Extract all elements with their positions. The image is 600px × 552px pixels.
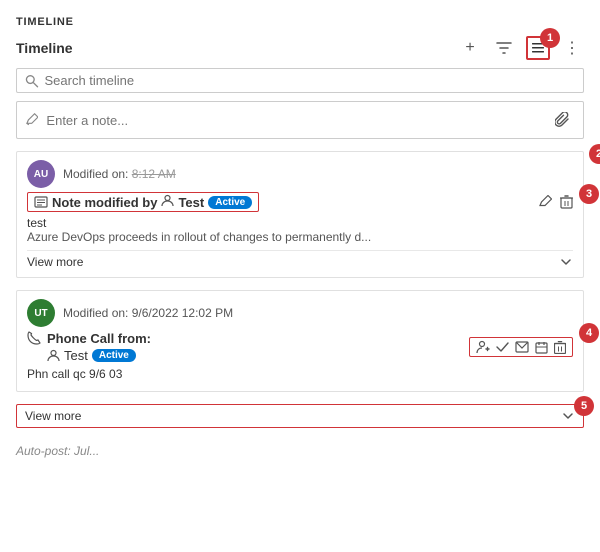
avatar-ut: UT xyxy=(27,299,55,327)
note-input-inner xyxy=(25,113,543,128)
item-header-phone: UT Modified on: 9/6/2022 12:02 PM xyxy=(27,299,573,327)
content-line-1: test xyxy=(27,216,573,230)
phone-call-info: Phone Call from: Test Active xyxy=(27,331,469,363)
phone-user-name: Test xyxy=(64,348,88,363)
user-person-icon xyxy=(161,194,174,210)
chevron-down-icon-1 xyxy=(559,255,573,269)
phone-content: Phn call qc 9/6 03 xyxy=(27,367,573,381)
note-modified-text: Note modified by xyxy=(52,195,157,210)
view-more-boxed[interactable]: View more xyxy=(16,404,584,428)
add-button[interactable]: + xyxy=(458,36,482,60)
note-modified-label: Note modified by Test Active xyxy=(27,192,259,212)
view-more-phone: View more xyxy=(25,409,81,423)
content-preview-1: Azure DevOps proceeds in rollout of chan… xyxy=(27,230,573,244)
item-content-1: test Azure DevOps proceeds in rollout of… xyxy=(27,216,573,244)
more-options-button[interactable]: ⋮ xyxy=(560,36,584,60)
note-input-bar xyxy=(16,101,584,139)
pencil-icon xyxy=(25,113,38,127)
callout-4: 4 xyxy=(579,323,599,343)
callout-5: 5 xyxy=(574,396,594,416)
view-more-row-1: View more xyxy=(27,250,573,269)
callout-1: 1 xyxy=(540,28,560,48)
timeline-panel: TIMELINE Timeline + 1 ⋮ xyxy=(0,0,600,462)
note-input[interactable] xyxy=(46,113,543,128)
timeline-item-1: 2 AU Modified on: 8:12 AM xyxy=(16,151,584,278)
active-badge-1: Active xyxy=(208,196,252,209)
toolbar: Timeline + 1 ⋮ xyxy=(0,36,600,68)
phone-call-label-row: Phone Call from: xyxy=(27,331,469,346)
active-badge-phone: Active xyxy=(92,349,136,362)
search-input[interactable] xyxy=(45,73,576,88)
assign-button[interactable] xyxy=(476,340,490,354)
timeline-item-phone: UT Modified on: 9/6/2022 12:02 PM Phone … xyxy=(16,290,584,392)
attach-button[interactable] xyxy=(551,108,575,132)
search-icon xyxy=(25,74,39,88)
phone-icon xyxy=(27,331,41,345)
user-person-icon-phone xyxy=(47,349,60,362)
callout-3: 3 xyxy=(579,184,599,204)
user-name-1: Test xyxy=(178,195,204,210)
note-modified-row: Note modified by Test Active xyxy=(27,192,573,212)
toolbar-icons: + 1 ⋮ xyxy=(458,36,584,60)
phone-call-row: Phone Call from: Test Active xyxy=(27,331,573,363)
item-action-icons-1 xyxy=(538,195,573,209)
item-header-1: AU Modified on: 8:12 AM xyxy=(27,160,573,188)
timeline-items: 2 AU Modified on: 8:12 AM xyxy=(0,151,600,462)
delete-button-1[interactable] xyxy=(560,195,573,209)
list-view-wrapper: 1 xyxy=(526,36,550,60)
filter-button[interactable] xyxy=(492,36,516,60)
phone-call-actions xyxy=(469,337,573,357)
time-strikethrough: 8:12 AM xyxy=(132,167,176,181)
callout-2: 2 xyxy=(589,144,600,164)
calendar-button[interactable] xyxy=(535,341,548,354)
complete-button[interactable] xyxy=(496,342,509,352)
auto-post-label: Auto-post: Jul... xyxy=(0,440,600,462)
avatar-au: AU xyxy=(27,160,55,188)
modified-on-phone: Modified on: 9/6/2022 12:02 PM xyxy=(63,306,233,320)
note-modified-left: Note modified by Test Active xyxy=(27,192,259,212)
delete-button-phone[interactable] xyxy=(554,341,566,354)
timeline-label: Timeline xyxy=(16,40,73,56)
search-bar xyxy=(16,68,584,93)
view-more-1[interactable]: View more xyxy=(27,255,83,269)
edit-button-1[interactable] xyxy=(538,195,552,209)
modified-on-1: Modified on: 8:12 AM xyxy=(63,167,176,181)
chevron-down-icon-phone xyxy=(561,409,575,423)
note-icon xyxy=(34,196,48,208)
view-more-boxed-wrapper: View more 5 xyxy=(16,404,584,428)
phone-call-label: Phone Call from: xyxy=(47,331,151,346)
email-button[interactable] xyxy=(515,341,529,353)
section-title: TIMELINE xyxy=(0,16,600,36)
